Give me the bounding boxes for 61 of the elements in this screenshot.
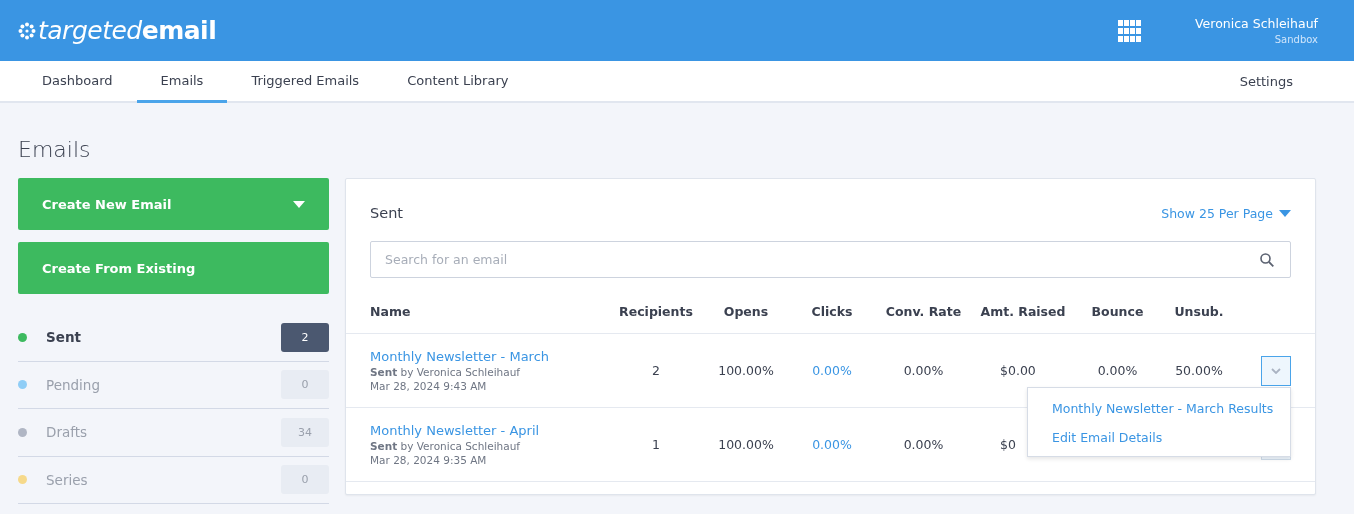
column-header: Unsub. <box>1173 304 1225 319</box>
user-name[interactable]: Veronica Schleihauf <box>1195 16 1318 31</box>
menu-item[interactable]: Monthly Newsletter - March Results <box>1052 394 1290 423</box>
folder-item[interactable]: Sent 2 <box>18 314 329 362</box>
sent-date: Mar 28, 2024 9:35 AM <box>370 454 488 466</box>
app-grid-icon[interactable] <box>1118 19 1142 42</box>
sent-date: Mar 28, 2024 9:43 AM <box>370 380 488 392</box>
table-cell: 0.00% <box>903 363 944 378</box>
count-badge: 0 <box>281 370 329 400</box>
table-cell: 100.00% <box>718 437 774 452</box>
search-icon[interactable] <box>1260 253 1274 267</box>
account-name: Sandbox <box>1274 34 1318 45</box>
panel-title: Sent <box>370 205 403 221</box>
count-badge: 34 <box>281 417 329 447</box>
folder-item[interactable]: Drafts 34 <box>18 409 329 457</box>
folder-item[interactable]: Series 0 <box>18 456 329 504</box>
nav-tab[interactable]: Emails <box>136 61 228 103</box>
menu-item[interactable]: Edit Email Details <box>1052 423 1290 452</box>
search-field[interactable]: Search for an email <box>370 241 1291 278</box>
email-name-link[interactable]: Monthly Newsletter - March <box>370 349 609 364</box>
column-header: Amt. Raised <box>979 304 1067 319</box>
sent-by-text: Sent by Veronica Schleihauf <box>370 440 522 452</box>
chevron-down-icon <box>1271 367 1281 374</box>
sent-by-text: Sent by Veronica Schleihauf <box>370 366 522 378</box>
nav-tab[interactable]: Content Library <box>383 61 533 103</box>
count-badge: 0 <box>281 465 329 495</box>
table-cell: 100.00% <box>718 363 774 378</box>
table-cell: 1 <box>652 437 660 452</box>
logo-icon <box>18 21 36 40</box>
folder-label: Drafts <box>46 424 89 441</box>
column-header: Recipients <box>618 304 694 319</box>
folder-label: Sent <box>46 329 82 346</box>
per-page-dropdown[interactable]: Show 25 Per Page <box>1161 205 1291 221</box>
create-email-button[interactable]: Create New Email <box>18 178 329 230</box>
settings-link[interactable]: Settings <box>1239 61 1318 101</box>
column-header: Conv. Rate <box>884 304 963 319</box>
column-header: Bounce <box>1090 304 1145 319</box>
column-header: Clicks <box>810 304 854 319</box>
page-title: Emails <box>18 137 92 162</box>
folder-label: Series <box>46 471 89 488</box>
logo-wordmark: targetedemail <box>38 16 217 45</box>
table-cell: 2 <box>652 363 660 378</box>
folder-item[interactable]: Pending 0 <box>18 361 329 409</box>
table-cell: 50.00% <box>1175 363 1223 378</box>
clicks-link[interactable]: 0.00% <box>812 437 852 452</box>
row-menu-button[interactable] <box>1261 355 1291 386</box>
clicks-link[interactable]: 0.00% <box>812 363 852 378</box>
column-header: Opens <box>722 304 770 319</box>
table-cell: $0 <box>1000 437 1016 452</box>
count-badge: 2 <box>281 322 329 352</box>
column-header: Name <box>370 304 412 319</box>
table-cell: $0.00 <box>1000 363 1036 378</box>
table-cell: 0.00% <box>903 437 944 452</box>
caret-icon <box>1279 209 1291 217</box>
caret-icon <box>293 200 305 208</box>
email-name-link[interactable]: Monthly Newsletter - April <box>370 423 609 438</box>
nav-tab[interactable]: Dashboard <box>18 61 137 103</box>
create-from-existing-button[interactable]: Create From Existing <box>18 242 329 294</box>
nav-tab[interactable]: Triggered Emails <box>227 61 384 103</box>
folder-label: Pending <box>46 376 101 393</box>
table-cell: 0.00% <box>1097 363 1138 378</box>
